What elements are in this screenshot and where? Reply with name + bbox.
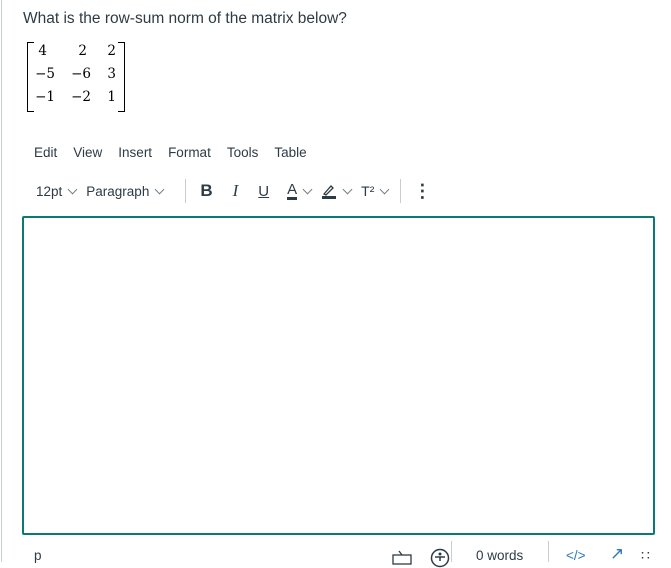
- html-editor-toggle[interactable]: </>: [566, 548, 586, 563]
- bold-icon[interactable]: B: [200, 181, 212, 201]
- matrix: 4 2 2 −5 −6 3 −1 −2 1: [27, 41, 131, 113]
- superscript-button[interactable]: T²: [361, 183, 396, 199]
- menu-table[interactable]: Table: [274, 145, 306, 160]
- element-path[interactable]: p: [34, 548, 42, 563]
- matrix-cell: −1: [35, 89, 55, 105]
- underline-icon[interactable]: U: [258, 183, 269, 200]
- fullscreen-icon[interactable]: ↗: [610, 544, 624, 564]
- chevron-down-icon: [379, 184, 390, 194]
- matrix-right-bracket: [118, 42, 125, 112]
- highlight-pen-icon: [322, 185, 337, 199]
- italic-icon[interactable]: I: [233, 181, 239, 201]
- statusbar-separator: [548, 541, 549, 562]
- matrix-cell: −5: [35, 66, 55, 82]
- matrix-cell: −2: [71, 89, 91, 105]
- toolbar-separator: [185, 179, 187, 203]
- matrix-cell: −6: [71, 66, 91, 82]
- matrix-cell: 4: [38, 43, 47, 59]
- highlight-color-button[interactable]: [321, 183, 359, 199]
- text-color-button[interactable]: A: [287, 180, 319, 200]
- chevron-down-icon: [154, 184, 165, 194]
- rich-text-editor-area[interactable]: [22, 216, 655, 535]
- matrix-cell: 1: [107, 89, 116, 105]
- matrix-cell: 2: [78, 43, 87, 59]
- font-size-value: 12pt: [36, 183, 63, 199]
- menu-edit[interactable]: Edit: [34, 145, 57, 160]
- font-size-dropdown[interactable]: 12pt: [36, 184, 84, 199]
- question-text: What is the row-sum norm of the matrix b…: [23, 10, 347, 27]
- matrix-cell: 2: [107, 43, 116, 59]
- menu-view[interactable]: View: [73, 145, 102, 160]
- toolbar-separator: [400, 179, 402, 203]
- accessibility-icon[interactable]: [430, 548, 450, 568]
- matrix-cell: 3: [107, 66, 116, 82]
- chevron-down-icon: [302, 184, 313, 194]
- resize-handle-icon[interactable]: ∷: [641, 547, 650, 564]
- block-format-dropdown[interactable]: Paragraph: [86, 184, 171, 199]
- chevron-down-icon: [342, 184, 353, 194]
- editor-menubar: Edit View Insert Format Tools Table: [34, 145, 323, 160]
- word-count[interactable]: 0 words: [476, 548, 523, 563]
- statusbar-separator: [451, 541, 452, 562]
- more-options-icon[interactable]: ⋮: [413, 181, 431, 202]
- menu-format[interactable]: Format: [168, 145, 211, 160]
- block-format-value: Paragraph: [86, 183, 150, 199]
- text-color-icon: A: [287, 180, 298, 200]
- superscript-icon: T²: [361, 183, 375, 199]
- menu-tools[interactable]: Tools: [227, 145, 259, 160]
- editor-toolbar: 12pt Paragraph B I U A T² ⋮: [36, 179, 431, 203]
- menu-insert[interactable]: Insert: [118, 145, 152, 160]
- keyboard-icon[interactable]: [391, 549, 413, 565]
- chevron-down-icon: [67, 184, 78, 194]
- page-left-border: [1, 0, 2, 562]
